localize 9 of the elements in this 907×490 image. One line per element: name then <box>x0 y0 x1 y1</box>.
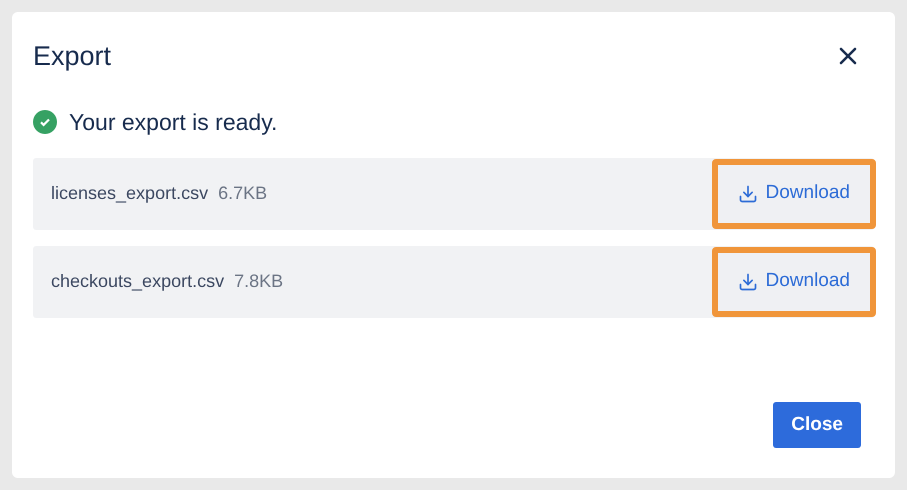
download-icon <box>738 184 758 204</box>
file-name: licenses_export.csv <box>51 182 208 205</box>
file-size: 6.7KB <box>218 182 268 205</box>
close-button[interactable]: Close <box>773 402 861 448</box>
status-message: Your export is ready. <box>69 108 278 137</box>
file-size: 7.8KB <box>234 270 284 293</box>
file-name: checkouts_export.csv <box>51 270 224 293</box>
dialog-title: Export <box>33 40 112 73</box>
download-icon <box>738 272 758 292</box>
